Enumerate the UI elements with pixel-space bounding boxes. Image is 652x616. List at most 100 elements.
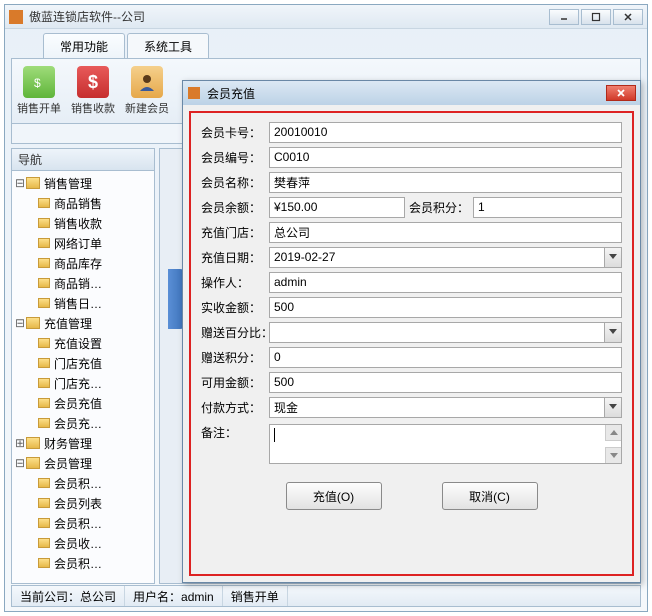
bonus-pct-dropdown-icon[interactable] (604, 323, 621, 342)
status-company: 当前公司：总公司 (12, 586, 125, 606)
tree-leaf-label: 商品库存 (54, 255, 102, 272)
close-button[interactable] (613, 9, 643, 25)
label-bonus-points: 赠送积分： (201, 349, 269, 366)
input-operator[interactable]: admin (269, 272, 622, 293)
tree-leaf[interactable]: 商品库存 (12, 253, 154, 273)
folder-icon (38, 418, 50, 428)
minus-icon: ⊟ (14, 456, 26, 470)
scroll-down-icon[interactable] (605, 447, 621, 463)
tree-leaf-label: 商品销… (54, 275, 102, 292)
folder-icon (38, 218, 50, 228)
tree-leaf[interactable]: 会员积… (12, 473, 154, 493)
tree-group[interactable]: ⊟充值管理 (12, 313, 154, 333)
folder-icon (26, 437, 40, 449)
ribbon-item-sales-receipt[interactable]: $ 销售收款 (66, 66, 120, 116)
input-member-name[interactable]: 樊春萍 (269, 172, 622, 193)
input-points[interactable]: 1 (473, 197, 622, 218)
tree-leaf-label: 会员收… (54, 535, 102, 552)
tree-leaf[interactable]: 会员充… (12, 413, 154, 433)
app-icon (9, 10, 23, 24)
scroll-up-icon[interactable] (605, 425, 621, 441)
tree-leaf-label: 商品销售 (54, 195, 102, 212)
input-received[interactable]: 500 (269, 297, 622, 318)
input-store[interactable]: 总公司 (269, 222, 622, 243)
tree-group-label: 销售管理 (44, 175, 92, 192)
tree-leaf[interactable]: 会员积… (12, 553, 154, 573)
tree-leaf-label: 门店充值 (54, 355, 102, 372)
tree-leaf[interactable]: 会员积… (12, 513, 154, 533)
dialog-title: 会员充值 (207, 85, 606, 102)
nav-tree[interactable]: ⊟销售管理商品销售销售收款网络订单商品库存商品销…销售日…⊟充值管理充值设置门店… (12, 171, 154, 583)
input-usable[interactable]: 500 (269, 372, 622, 393)
folder-icon (38, 258, 50, 268)
folder-icon (38, 518, 50, 528)
nav-panel: 导航 ⊟销售管理商品销售销售收款网络订单商品库存商品销…销售日…⊟充值管理充值设… (11, 148, 155, 584)
tab-common[interactable]: 常用功能 (43, 33, 125, 58)
input-pay-method[interactable]: 现金 (269, 397, 622, 418)
tree-leaf[interactable]: 网络订单 (12, 233, 154, 253)
tree-leaf-label: 会员积… (54, 555, 102, 572)
text-caret (274, 428, 275, 442)
dialog-body: 会员卡号： 20010010 会员编号： C0010 会员名称： 樊春萍 会员余… (189, 111, 634, 576)
folder-icon (38, 398, 50, 408)
label-remark: 备注： (201, 424, 269, 441)
ribbon-item-sales-order[interactable]: $ 销售开单 (12, 66, 66, 116)
receipt-icon: $ (77, 66, 109, 98)
folder-icon (38, 238, 50, 248)
pay-method-dropdown-icon[interactable] (604, 398, 621, 417)
tree-leaf[interactable]: 门店充值 (12, 353, 154, 373)
date-dropdown-icon[interactable] (604, 248, 621, 267)
label-usable: 可用金额： (201, 374, 269, 391)
tree-leaf[interactable]: 销售收款 (12, 213, 154, 233)
input-card-no[interactable]: 20010010 (269, 122, 622, 143)
label-operator: 操作人： (201, 274, 269, 291)
recharge-button[interactable]: 充值(O) (286, 482, 382, 510)
folder-icon (38, 498, 50, 508)
folder-icon (38, 378, 50, 388)
folder-icon (38, 198, 50, 208)
label-received: 实收金额： (201, 299, 269, 316)
tree-leaf[interactable]: 充值设置 (12, 333, 154, 353)
tree-leaf[interactable]: 商品销… (12, 273, 154, 293)
maximize-button[interactable] (581, 9, 611, 25)
input-bonus-points[interactable]: 0 (269, 347, 622, 368)
input-bonus-pct[interactable] (269, 322, 622, 343)
label-points: 会员积分： (405, 199, 473, 216)
folder-icon (38, 358, 50, 368)
tree-group[interactable]: ⊟销售管理 (12, 173, 154, 193)
input-remark[interactable] (269, 424, 622, 464)
tree-leaf-label: 会员积… (54, 515, 102, 532)
tree-leaf[interactable]: 会员充值 (12, 393, 154, 413)
tree-leaf[interactable]: 会员收… (12, 533, 154, 553)
tree-leaf[interactable]: 会员列表 (12, 493, 154, 513)
folder-icon (38, 298, 50, 308)
cancel-button[interactable]: 取消(C) (442, 482, 538, 510)
tree-leaf-label: 销售收款 (54, 215, 102, 232)
folder-icon (38, 558, 50, 568)
input-balance[interactable]: ¥150.00 (269, 197, 405, 218)
tree-leaf-label: 会员积… (54, 475, 102, 492)
input-member-no[interactable]: C0010 (269, 147, 622, 168)
tree-leaf[interactable]: 商品销售 (12, 193, 154, 213)
tree-group[interactable]: ⊟ 会员管理 (12, 453, 154, 473)
label-bonus-pct: 赠送百分比： (201, 324, 279, 341)
tree-group-label: 会员管理 (44, 455, 92, 472)
folder-icon (38, 278, 50, 288)
tree-leaf-label: 网络订单 (54, 235, 102, 252)
tree-leaf[interactable]: 门店充… (12, 373, 154, 393)
tree-leaf[interactable]: 销售日… (12, 293, 154, 313)
svg-text:$: $ (34, 76, 41, 90)
tree-group[interactable]: ⊞财务管理 (12, 433, 154, 453)
minimize-button[interactable] (549, 9, 579, 25)
dialog-close-button[interactable] (606, 85, 636, 101)
window-title: 傲蓝连锁店软件--公司 (29, 8, 549, 25)
input-date[interactable]: 2019-02-27 (269, 247, 622, 268)
dialog-icon (187, 86, 201, 100)
tree-leaf-label: 会员充值 (54, 395, 102, 412)
plus-icon: ⊞ (14, 436, 26, 450)
status-bar: 当前公司：总公司 用户名：admin 销售开单 (11, 585, 641, 607)
label-pay-method: 付款方式： (201, 399, 269, 416)
tab-system[interactable]: 系统工具 (127, 33, 209, 58)
ribbon-item-new-member[interactable]: 新建会员 (120, 66, 174, 116)
tree-leaf-label: 充值设置 (54, 335, 102, 352)
